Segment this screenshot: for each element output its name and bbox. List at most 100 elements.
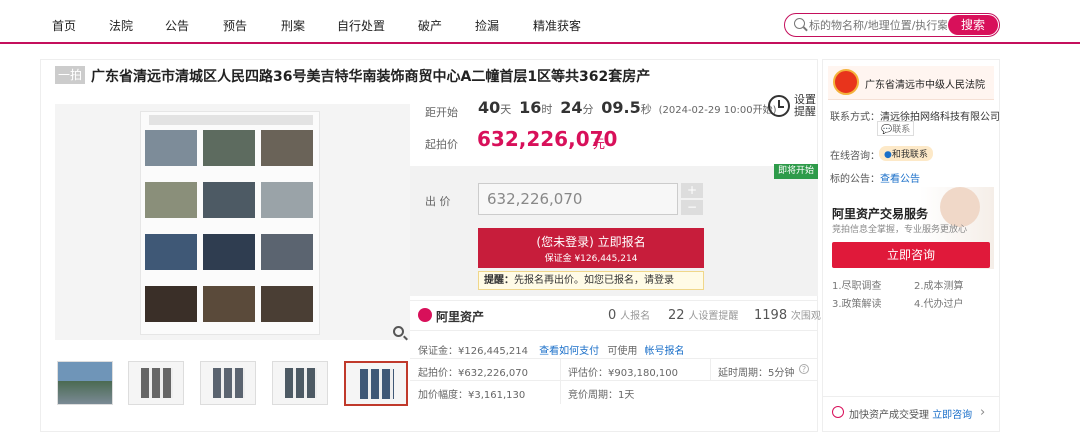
period-value: 1天 — [618, 390, 635, 401]
nav-court[interactable]: 法院 — [109, 17, 133, 34]
divider — [410, 300, 818, 301]
contact-row: 联系方式：清远徐拍网络科技有限公司 — [830, 108, 1000, 123]
auction-title: 广东省清远市清城区人民四路36号美吉特华南装饰商贸中心A二幢首层1区等共362套… — [91, 69, 651, 85]
deposit-label: 保证金： — [418, 346, 458, 357]
zoom-icon[interactable] — [393, 326, 404, 337]
search-button[interactable]: 搜索 — [948, 15, 998, 35]
divider — [410, 380, 818, 381]
days-unit: 天 — [500, 103, 512, 116]
online-consult-label: 在线咨询： — [830, 151, 880, 162]
nav-home[interactable]: 首页 — [52, 17, 76, 34]
countdown-seconds: 09.5 — [601, 98, 641, 117]
deposit-row: 保证金：¥126,445,214 查看如何支付 可使用 帐号报名 — [418, 342, 685, 357]
countdown-start-time: (2024-02-29 10:00开始) — [658, 105, 777, 116]
bid-decrease-button[interactable]: − — [681, 200, 703, 215]
eval-price-detail: 评估价：¥903,180,100 — [568, 364, 678, 379]
contact-button[interactable]: 💬联系 — [877, 121, 915, 136]
reminders-number: 22 — [668, 308, 685, 323]
detail-start-price-value: ¥632,226,070 — [458, 368, 528, 379]
consult-now-button[interactable]: 立即咨询 — [832, 242, 990, 268]
applicants-label: 人报名 — [620, 311, 651, 322]
chat-with-me-label: 和我联系 — [891, 150, 928, 160]
thumbnail-5-selected[interactable] — [344, 361, 408, 406]
increment-detail: 加价幅度：¥3,161,130 — [418, 386, 525, 401]
divider — [560, 358, 561, 404]
countdown-timer: 40天 16时 24分 09.5秒 (2024-02-29 10:00开始) — [478, 98, 777, 117]
register-button[interactable]: (您未登录) 立即报名 保证金 ¥126,445,214 — [478, 228, 704, 268]
minutes-unit: 分 — [582, 103, 594, 116]
chat-icon: 💬 — [881, 125, 893, 135]
search-bar: 搜索 — [784, 13, 1000, 37]
can-use-text: 可使用 — [607, 346, 638, 357]
reminder-line-2: 提醒 — [794, 105, 816, 118]
bid-label: 出 价 — [425, 195, 451, 208]
service-item-2: 2.成本测算 — [914, 281, 964, 292]
applicants-number: 0 — [608, 308, 617, 323]
countdown-minutes: 24 — [560, 98, 583, 117]
views-number: 1198 — [754, 308, 788, 323]
period-detail: 竞价周期：1天 — [568, 386, 634, 401]
service-item-3: 3.政策解读 — [832, 299, 882, 310]
auction-round-badge: 一拍 — [55, 66, 85, 84]
property-document-image — [140, 111, 320, 335]
alarm-clock-icon[interactable] — [768, 95, 790, 117]
court-emblem-icon — [833, 69, 859, 95]
ali-asset-logo-icon — [418, 308, 432, 322]
register-deposit-label: 保证金 ¥126,445,214 — [544, 254, 638, 264]
views-count: 1198 次围观 — [754, 307, 821, 323]
ali-asset-brand: 阿里资产 — [436, 310, 485, 324]
thumbnail-2[interactable] — [128, 361, 184, 405]
main-image[interactable] — [55, 104, 410, 340]
nav-precise-leads[interactable]: 精准获客 — [533, 17, 581, 34]
nav-bankruptcy[interactable]: 破产 — [418, 17, 442, 34]
chat-with-me-button[interactable]: ●和我联系 — [879, 146, 933, 161]
contact-label: 联系方式： — [830, 112, 880, 123]
thumbnail-1[interactable] — [57, 361, 113, 405]
service-title: 阿里资产交易服务 — [832, 207, 929, 221]
court-name: 广东省清远市中级人民法院 — [865, 80, 985, 91]
nav-bargain[interactable]: 捡漏 — [475, 17, 499, 34]
top-nav: 首页 法院 公告 预告 刑案 自行处置 破产 捡漏 精准获客 搜索 — [0, 0, 1080, 44]
service-item-1: 1.尽职调查 — [832, 281, 882, 292]
nav-preview[interactable]: 预告 — [223, 17, 247, 34]
nav-self-disposal[interactable]: 自行处置 — [337, 17, 385, 34]
bid-amount-input[interactable]: 632,226,070 — [478, 183, 678, 215]
countdown-days: 40 — [478, 98, 501, 117]
view-notice-link[interactable]: 查看公告 — [880, 174, 920, 185]
eval-value: ¥903,180,100 — [608, 368, 678, 379]
divider — [823, 396, 999, 397]
divider — [410, 358, 818, 359]
chat-bubble-icon: ● — [884, 150, 892, 160]
search-icon — [794, 18, 805, 29]
start-price-detail: 起拍价：¥632,226,070 — [418, 364, 528, 379]
nav-notice[interactable]: 公告 — [165, 17, 189, 34]
set-reminder-button[interactable]: 设置 提醒 — [794, 94, 816, 118]
consultant-photo — [940, 187, 980, 227]
divider — [710, 358, 711, 380]
contact-button-label: 联系 — [892, 125, 911, 135]
alipay-register-link[interactable]: 帐号报名 — [645, 346, 685, 357]
thumbnail-4[interactable] — [272, 361, 328, 405]
register-button-label: (您未登录) 立即报名 — [536, 235, 646, 249]
bid-increase-button[interactable]: + — [681, 183, 703, 198]
service-footer-link[interactable]: 立即咨询 — [932, 410, 972, 421]
delay-label: 延时周期： — [718, 368, 768, 379]
hint-label: 提醒： — [484, 275, 514, 286]
nav-criminal[interactable]: 刑案 — [281, 17, 305, 34]
thumbnail-3[interactable] — [200, 361, 256, 405]
service-person-icon — [832, 406, 844, 418]
service-item-4: 4.代办过户 — [914, 299, 964, 310]
help-icon[interactable]: ? — [799, 364, 809, 374]
start-price-unit: 元 — [593, 137, 606, 151]
upcoming-badge: 即将开始 — [774, 164, 818, 179]
divider — [410, 330, 818, 331]
login-hint: 提醒：先报名再出价。如您已报名，请登录 — [478, 271, 704, 290]
hours-unit: 时 — [541, 103, 553, 116]
how-to-pay-link[interactable]: 查看如何支付 — [539, 346, 599, 357]
period-label: 竞价周期： — [568, 390, 618, 401]
service-subtitle: 竞拍信息全掌握，专业服务更放心 — [832, 225, 968, 235]
delay-value: 5分钟 — [768, 368, 795, 379]
deposit-value: ¥126,445,214 — [458, 346, 528, 357]
chevron-right-icon[interactable]: › — [980, 405, 985, 420]
search-input[interactable] — [809, 17, 947, 33]
